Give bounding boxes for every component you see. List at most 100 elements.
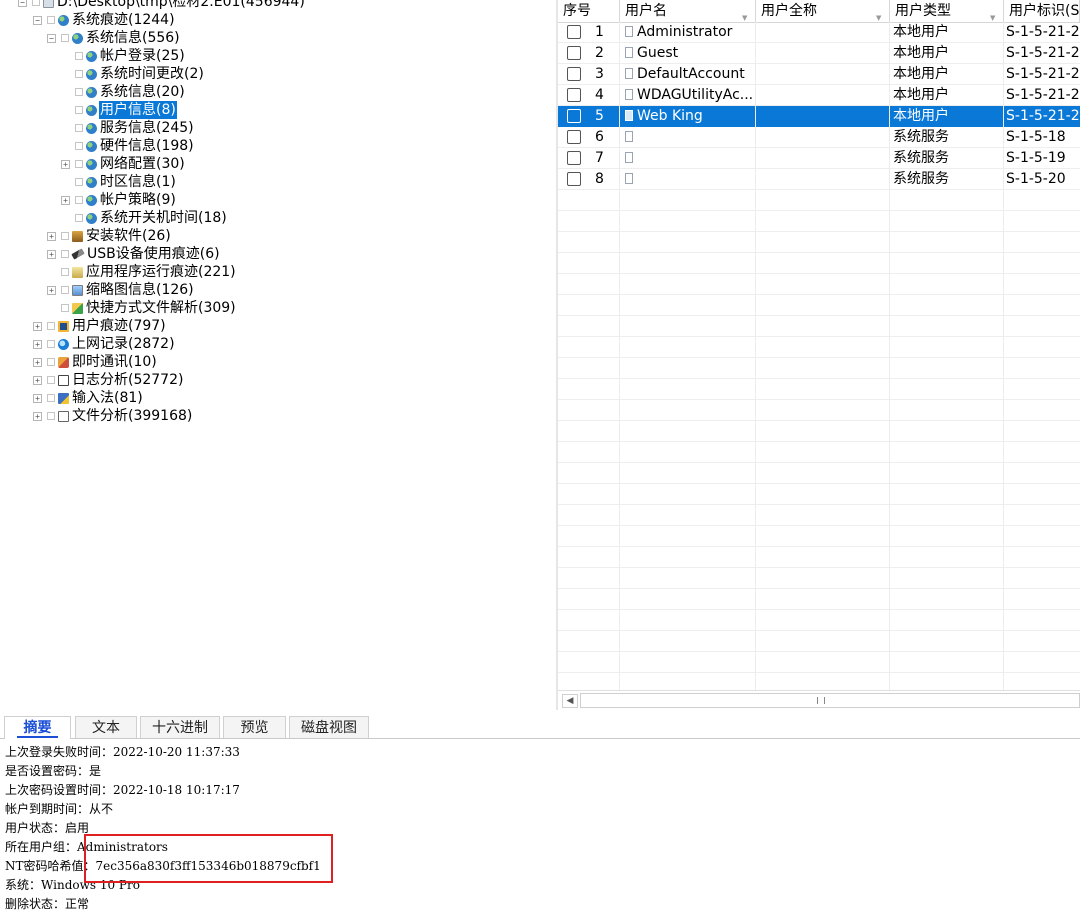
tree-checkbox[interactable] [61, 268, 69, 276]
expand-icon[interactable]: + [47, 285, 56, 295]
horizontal-scrollbar[interactable]: ◀ [558, 690, 1080, 710]
tree-checkbox[interactable] [75, 106, 83, 114]
row-checkbox[interactable] [567, 88, 581, 102]
column-header[interactable]: 序号 [558, 0, 620, 22]
user-type: 系统服务 [893, 129, 949, 145]
tree-checkbox[interactable] [75, 196, 83, 204]
row-checkbox[interactable] [567, 151, 581, 165]
table-row[interactable]: 7 系统服务 S-1-5-19 [558, 148, 1080, 169]
tree-node[interactable]: 快捷方式文件解析(309) [47, 299, 237, 317]
table-row[interactable]: 3 DefaultAccount 本地用户 S-1-5-21-26 [558, 64, 1080, 85]
column-header-label: 用户全称 [761, 3, 817, 19]
tree-node[interactable]: − 系统信息(556) [47, 29, 181, 47]
tree-checkbox[interactable] [75, 160, 83, 168]
evidence-tree-pane[interactable]: − D:\Desktop\tmp\检材2.E01(456944) − 系统痕迹(124… [0, 0, 556, 710]
tree-node[interactable]: 服务信息(245) [61, 119, 195, 137]
tree-node[interactable]: + 安装软件(26) [47, 227, 172, 245]
tab-text[interactable]: 文本 [75, 716, 137, 738]
tree-checkbox[interactable] [61, 250, 69, 258]
tree-node[interactable]: + 网络配置(30) [61, 155, 186, 173]
column-header[interactable]: 用户类型 ▼ [890, 0, 1004, 22]
empty-row [558, 589, 1080, 610]
tree-checkbox[interactable] [75, 70, 83, 78]
expand-icon[interactable]: + [33, 411, 42, 421]
collapse-icon[interactable]: − [47, 33, 56, 43]
tree-checkbox[interactable] [47, 412, 55, 420]
row-checkbox[interactable] [567, 172, 581, 186]
tree-node[interactable]: − D:\Desktop\tmp\检材2.E01(456944) [18, 0, 306, 11]
scrollbar-thumb[interactable] [580, 693, 1080, 708]
tree-checkbox[interactable] [61, 304, 69, 312]
tab-disk-view[interactable]: 磁盘视图 [289, 716, 369, 738]
tree-node[interactable]: + 即时通讯(10) [33, 353, 158, 371]
row-checkbox[interactable] [567, 109, 581, 123]
tree-checkbox[interactable] [75, 52, 83, 60]
tree-checkbox[interactable] [47, 322, 55, 330]
tree-node[interactable]: + 日志分析(52772) [33, 371, 184, 389]
tree-checkbox[interactable] [47, 394, 55, 402]
tree-checkbox[interactable] [61, 286, 69, 294]
column-header[interactable]: 用户全称 ▼ [756, 0, 890, 22]
tree-checkbox[interactable] [61, 34, 69, 42]
scroll-left-arrow-icon[interactable]: ◀ [562, 694, 578, 708]
tree-node[interactable]: + 缩略图信息(126) [47, 281, 195, 299]
collapse-icon[interactable]: − [18, 0, 27, 7]
tab-hex[interactable]: 十六进制 [140, 716, 220, 738]
tree-checkbox[interactable] [47, 340, 55, 348]
tree-node[interactable]: 硬件信息(198) [61, 137, 195, 155]
tree-checkbox[interactable] [75, 88, 83, 96]
tree-checkbox[interactable] [75, 142, 83, 150]
tree-node[interactable]: + 帐户策略(9) [61, 191, 177, 209]
tree-checkbox[interactable] [75, 214, 83, 222]
tree-checkbox[interactable] [75, 178, 83, 186]
tree-node[interactable]: + USB设备使用痕迹(6) [47, 245, 221, 263]
tree-checkbox[interactable] [32, 0, 40, 6]
table-row[interactable]: 1 Administrator 本地用户 S-1-5-21-26 [558, 22, 1080, 43]
expand-icon[interactable]: + [33, 339, 42, 349]
tree-node[interactable]: + 输入法(81) [33, 389, 144, 407]
sort-arrow-icon[interactable]: ▼ [990, 7, 995, 22]
tree-node[interactable]: + 文件分析(399168) [33, 407, 193, 425]
tree-node[interactable]: + 上网记录(2872) [33, 335, 176, 353]
row-checkbox[interactable] [567, 130, 581, 144]
column-header[interactable]: 用户标识(SI [1004, 0, 1080, 22]
tree-checkbox[interactable] [47, 16, 55, 24]
row-checkbox[interactable] [567, 67, 581, 81]
tree-node[interactable]: − 系统痕迹(1244) [33, 11, 176, 29]
tree-checkbox[interactable] [75, 124, 83, 132]
tab-preview[interactable]: 预览 [223, 716, 286, 738]
expand-icon[interactable]: + [33, 321, 42, 331]
expand-icon[interactable]: + [33, 357, 42, 367]
table-row[interactable]: 6 系统服务 S-1-5-18 [558, 127, 1080, 148]
expand-icon[interactable]: + [33, 393, 42, 403]
column-header[interactable]: 用户名 ▼ [620, 0, 756, 22]
expand-icon[interactable]: + [61, 195, 70, 205]
table-row[interactable]: 2 Guest 本地用户 S-1-5-21-26 [558, 43, 1080, 64]
tree-node[interactable]: 应用程序运行痕迹(221) [47, 263, 237, 281]
tree-checkbox[interactable] [61, 232, 69, 240]
table-row[interactable]: 8 系统服务 S-1-5-20 [558, 169, 1080, 190]
tree-checkbox[interactable] [47, 358, 55, 366]
tab-summary[interactable]: 摘要 [4, 716, 71, 739]
table-row[interactable]: 5 Web King 本地用户 S-1-5-21-26 [558, 106, 1080, 127]
tree-node[interactable]: 时区信息(1) [61, 173, 177, 191]
tree-node[interactable]: 系统时间更改(2) [61, 65, 205, 83]
collapse-icon[interactable]: − [33, 15, 42, 25]
expand-icon[interactable]: + [47, 249, 56, 259]
column-divider [1003, 22, 1004, 690]
table-row[interactable]: 4 WDAGUtilityAc... 本地用户 S-1-5-21-26 [558, 85, 1080, 106]
expand-icon[interactable]: + [33, 375, 42, 385]
tree-checkbox[interactable] [47, 376, 55, 384]
row-checkbox[interactable] [567, 46, 581, 60]
expand-icon[interactable]: + [47, 231, 56, 241]
tree-node[interactable]: 系统开关机时间(18) [61, 209, 228, 227]
expand-icon[interactable]: + [61, 159, 70, 169]
tree-node[interactable]: + 用户痕迹(797) [33, 317, 167, 335]
tree-node[interactable]: 系统信息(20) [61, 83, 186, 101]
row-checkbox[interactable] [567, 25, 581, 39]
sort-arrow-icon[interactable]: ▼ [742, 7, 747, 22]
tree-node[interactable]: 用户信息(8) [61, 101, 177, 119]
summary-line: 用户状态：启用 [5, 821, 90, 835]
tree-node[interactable]: 帐户登录(25) [61, 47, 186, 65]
sort-arrow-icon[interactable]: ▼ [876, 7, 881, 22]
